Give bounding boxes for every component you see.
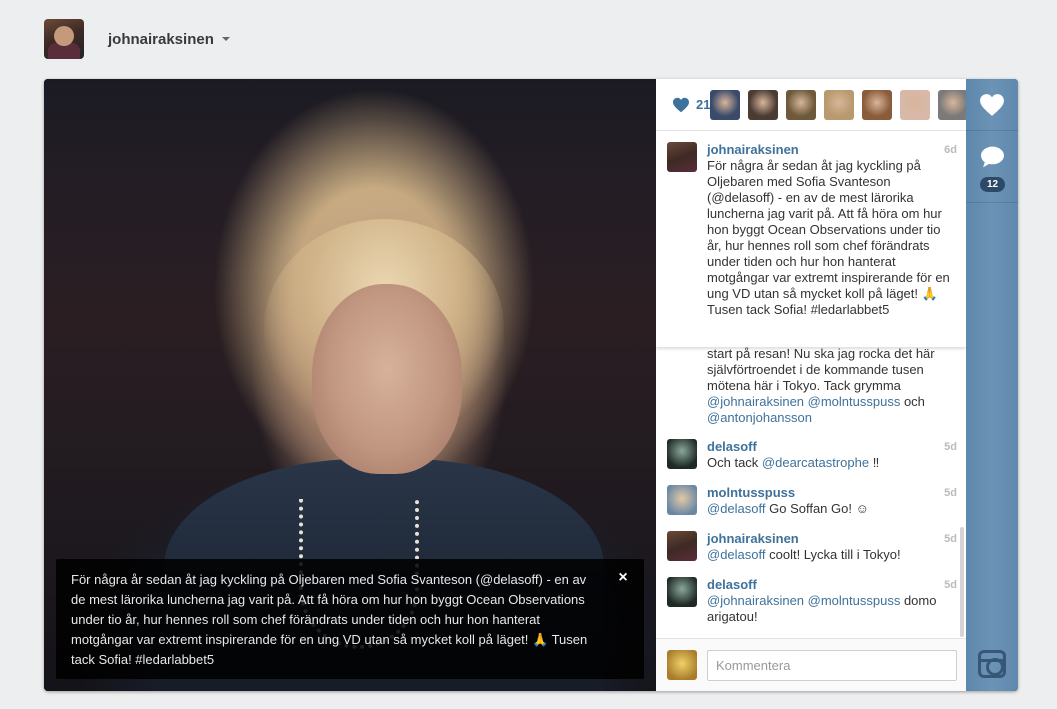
liker-avatar[interactable] [862,89,893,120]
liker-avatar[interactable] [748,89,779,120]
photo-viewer: För några år sedan åt jag kyckling på Ol… [44,79,1018,691]
comment-text: För några år sedan åt jag kyckling på Ol… [707,158,950,317]
likes-count: 21 [696,97,711,112]
comment-username[interactable]: molntusspuss [707,485,795,501]
comment-text: start på resan! Nu ska jag rocka det här… [707,346,935,425]
action-rail: 12 [966,79,1018,691]
caption-text: För några år sedan åt jag kyckling på Ol… [71,572,588,667]
comment-username[interactable]: johnairaksinen [707,142,799,158]
heart-icon [673,97,689,112]
like-button[interactable] [966,79,1018,131]
mention-link[interactable]: @antonjohansson [707,410,812,425]
avatar[interactable] [667,439,697,469]
comment-time: 5d [944,487,957,499]
likers-list [710,89,966,120]
comment-time: 5d [944,441,957,453]
heart-icon [980,94,1004,116]
comment-text: @delasoff Go Soffan Go! ☺ [707,501,869,516]
liker-avatar[interactable] [824,89,855,120]
comment-time: 5d [944,579,957,591]
avatar[interactable] [667,531,697,561]
comment-text: Och tack @dearcatastrophe ‼ [707,455,880,470]
liker-avatar[interactable] [786,89,817,120]
mention-link[interactable]: @dearcatastrophe [762,455,869,470]
comment-input[interactable] [707,650,957,681]
comment-username[interactable]: delasoff [707,577,757,593]
mention-link[interactable]: @delasoff [707,547,766,562]
speech-bubble-icon [981,146,1004,168]
comment-button[interactable]: 12 [966,131,1018,203]
scrollbar[interactable] [960,527,964,637]
liker-avatar[interactable] [900,89,931,120]
mention-link[interactable]: @molntusspuss [808,394,901,409]
mention-link[interactable]: @delasoff [707,501,766,516]
avatar[interactable] [667,142,697,172]
side-panel: 21 johnairaksinen 6d För några år sedan … [656,79,966,691]
comment-text: @johnairaksinen @molntusspuss domo ariga… [707,593,937,624]
camera-icon[interactable] [978,650,1006,678]
caption-overlay: För några år sedan åt jag kyckling på Ol… [56,559,644,679]
likes-bar: 21 [656,79,966,131]
liker-avatar[interactable] [710,89,741,120]
avatar [667,650,697,680]
comment-composer [656,638,966,691]
caption-comment: johnairaksinen 6d För några år sedan åt … [656,131,966,347]
comment-count-badge: 12 [980,177,1005,192]
comment-text: @delasoff coolt! Lycka till i Tokyo! [707,547,901,562]
mention-link[interactable]: @johnairaksinen @molntusspuss [707,593,900,608]
avatar[interactable] [667,577,697,607]
avatar[interactable] [667,485,697,515]
mention-link[interactable]: @johnairaksinen [707,394,804,409]
profile-username[interactable]: johnairaksinen [108,31,214,48]
comments-list: johnairaksinen 6d För några år sedan åt … [656,131,966,638]
comment-username[interactable]: delasoff [707,439,757,455]
photo[interactable]: För några år sedan åt jag kyckling på Ol… [44,79,656,691]
profile-avatar[interactable] [44,19,84,59]
close-icon[interactable]: × [616,570,630,586]
comment-username[interactable]: johnairaksinen [707,531,799,547]
liker-avatar[interactable] [938,89,966,120]
profile-header: johnairaksinen [44,19,230,59]
likes-counter[interactable]: 21 [672,97,710,113]
comment-time: 6d [944,144,957,156]
comment-time: 5d [944,533,957,545]
chevron-down-icon[interactable] [221,37,230,41]
